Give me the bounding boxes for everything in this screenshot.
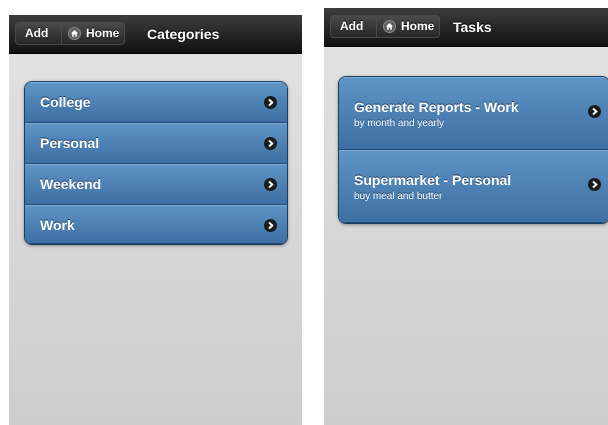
list-item-label: Supermarket - Personal [354,172,512,188]
list-item[interactable]: Supermarket - Personal buy meal and butt… [339,150,608,223]
add-button[interactable]: Add [15,22,62,45]
category-list: College Personal Weekend Work [24,81,288,245]
list-item[interactable]: Generate Reports - Work by month and yea… [339,77,608,150]
header-bar: Add Home Tasks [324,8,608,47]
list-item-label: College [40,94,91,110]
page-title: Tasks [453,19,492,35]
page-title: Categories [147,26,220,42]
task-list: Generate Reports - Work by month and yea… [338,76,608,224]
chevron-right-icon [264,137,277,150]
chevron-right-icon [264,96,277,109]
chevron-right-icon [264,178,277,191]
chevron-right-icon [588,178,601,191]
list-item-label: Weekend [40,176,102,192]
list-item[interactable]: Personal [25,123,287,164]
home-button[interactable]: Home [61,22,125,45]
list-item-sublabel: by month and yearly [354,118,445,129]
list-item-label: Work [40,217,75,233]
list-item-label: Generate Reports - Work [354,99,519,115]
list-item[interactable]: College [25,82,287,123]
categories-screen: Add Home Categories College Personal Wee… [9,15,302,425]
home-button[interactable]: Home [376,15,440,38]
list-item-sublabel: buy meal and butter [354,191,443,202]
add-button[interactable]: Add [330,15,377,38]
home-button-label: Home [401,19,435,33]
header-bar: Add Home Categories [9,15,302,54]
list-item[interactable]: Weekend [25,164,287,205]
tasks-screen: Add Home Tasks Generate Reports - Work b… [324,8,608,425]
home-button-label: Home [86,26,120,40]
chevron-right-icon [588,105,601,118]
home-icon [68,27,81,40]
list-item[interactable]: Work [25,205,287,244]
chevron-right-icon [264,219,277,232]
list-item-label: Personal [40,135,100,151]
home-icon [383,20,396,33]
